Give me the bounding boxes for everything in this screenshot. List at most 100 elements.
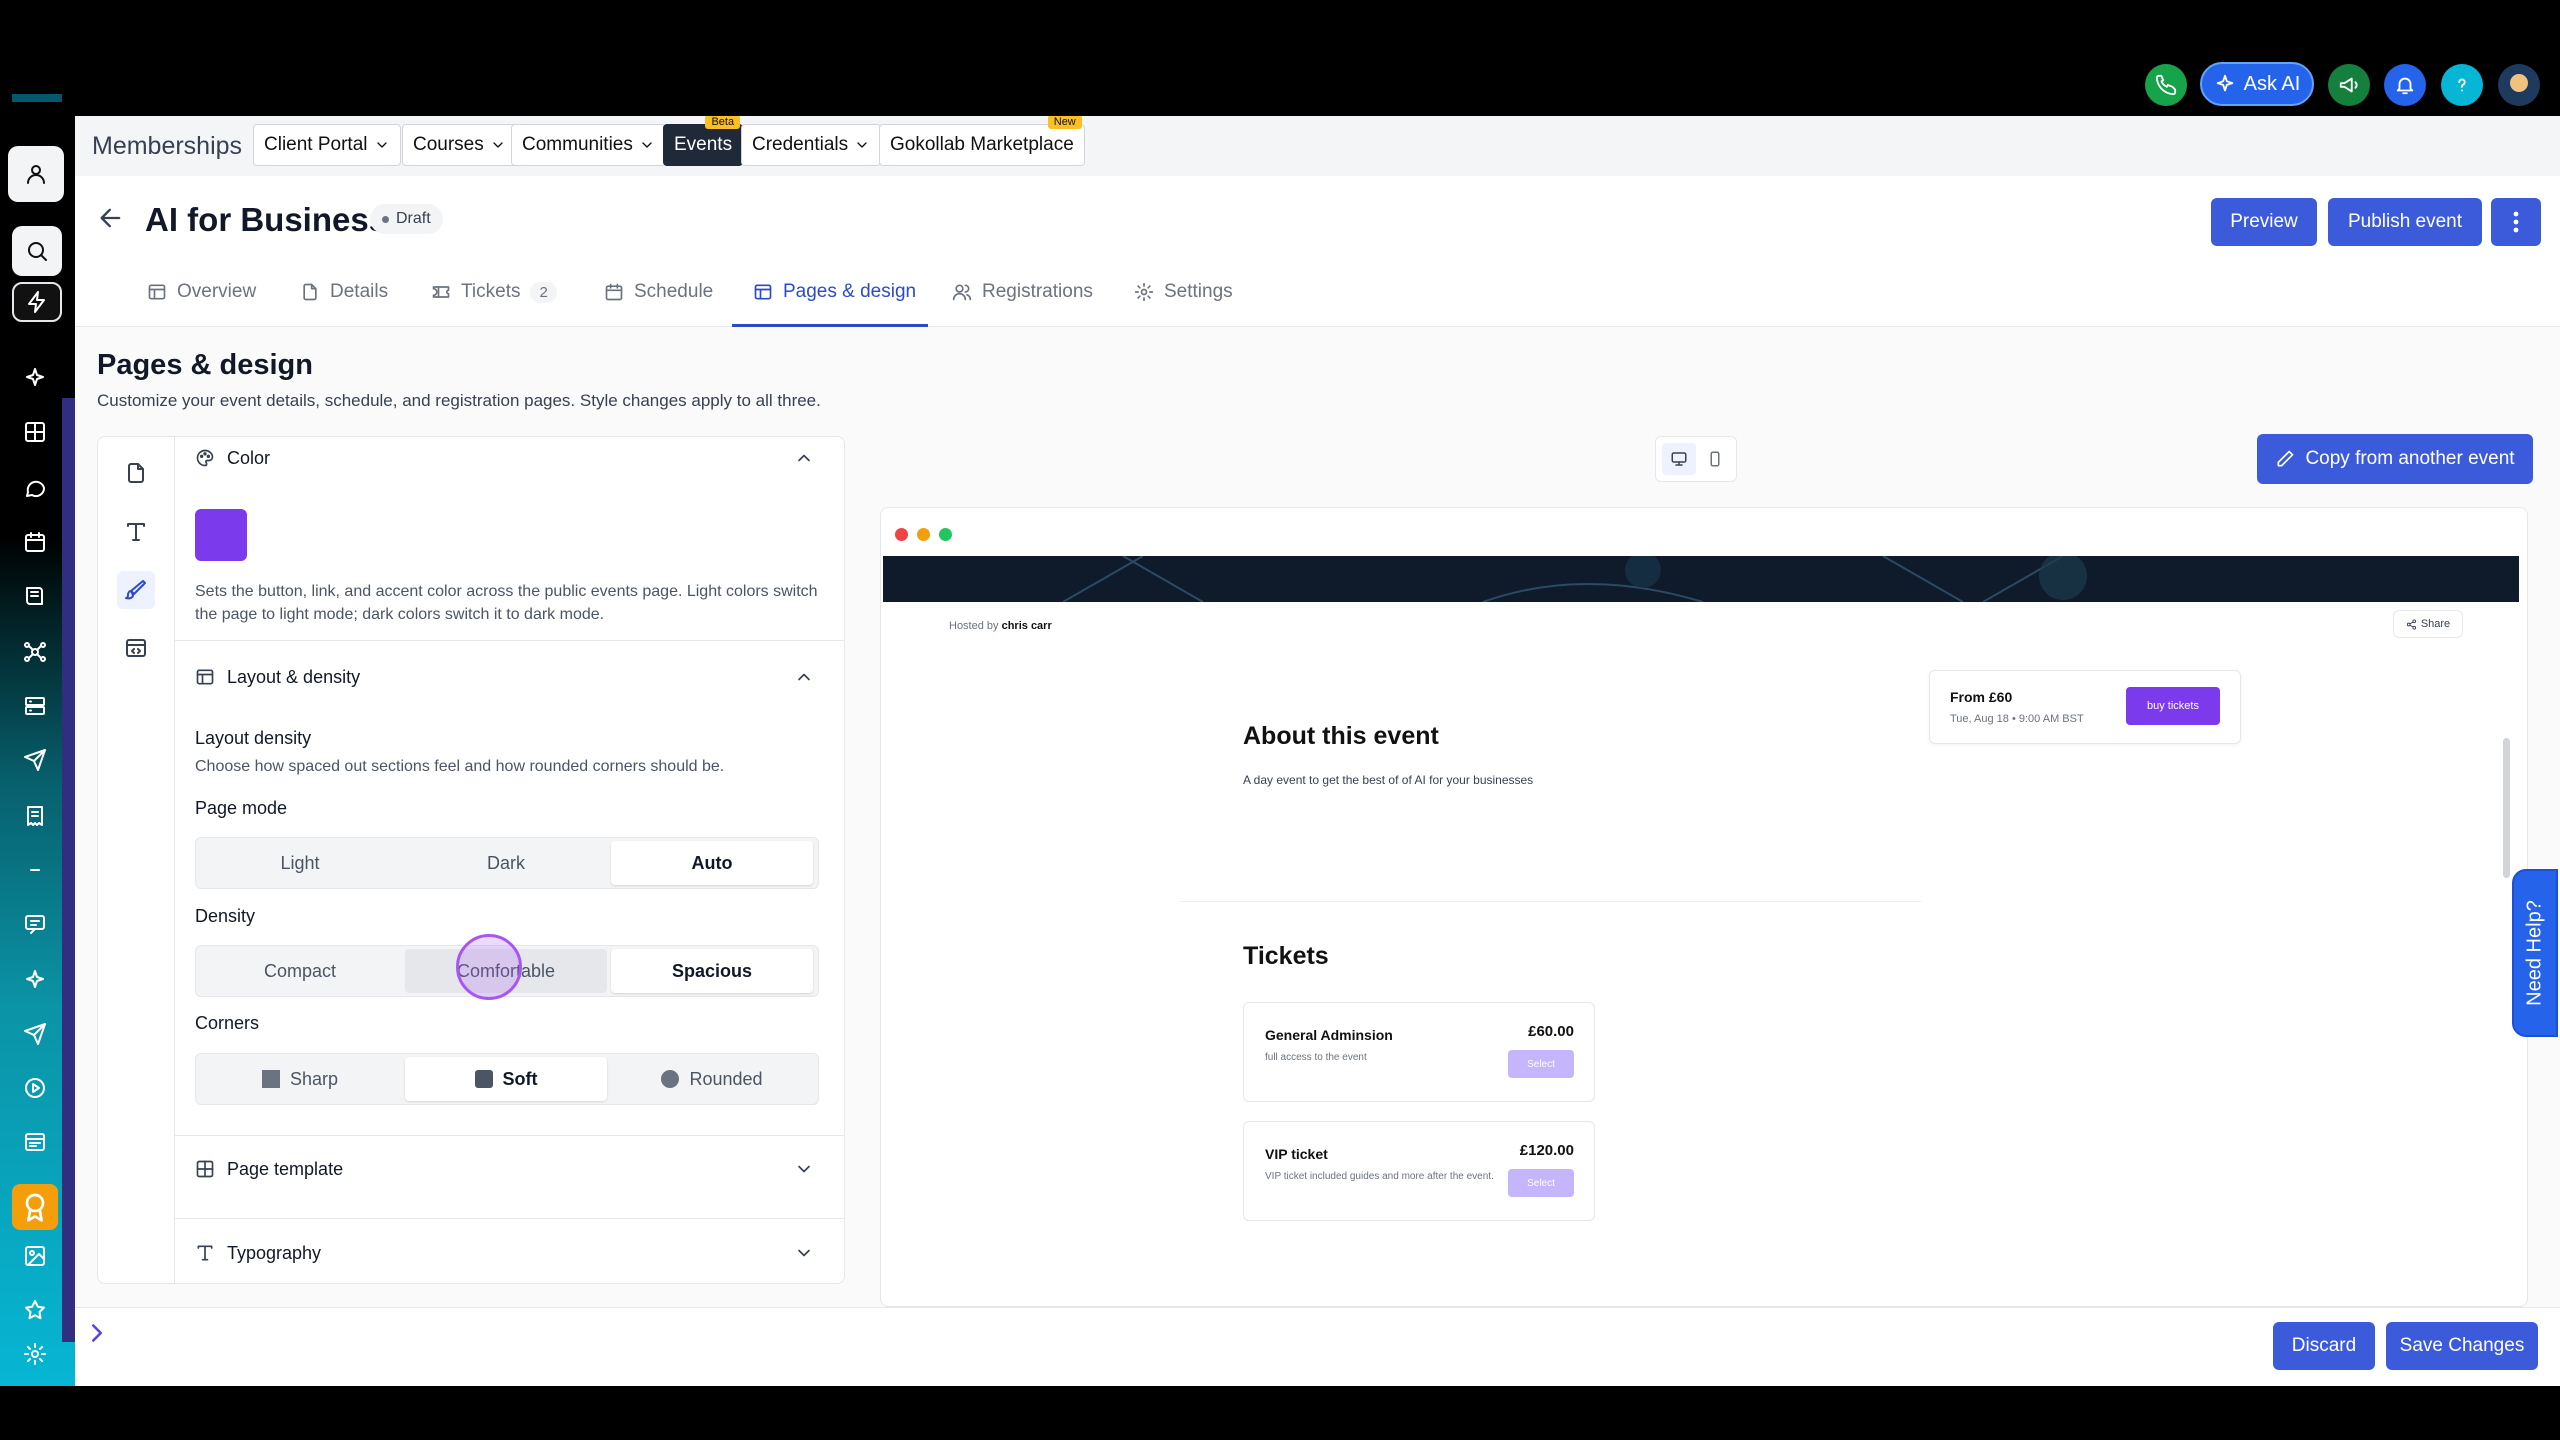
panel-rail bbox=[98, 437, 175, 1283]
divider bbox=[175, 1135, 844, 1136]
sites-icon[interactable] bbox=[19, 1126, 51, 1158]
corners-rounded[interactable]: Rounded bbox=[611, 1057, 813, 1101]
save-changes-button[interactable]: Save Changes bbox=[2386, 1322, 2538, 1370]
code-icon[interactable] bbox=[117, 629, 155, 667]
ticket-icon bbox=[431, 282, 451, 302]
publish-event-button[interactable]: Publish event bbox=[2328, 198, 2482, 246]
back-arrow-icon[interactable] bbox=[97, 204, 125, 232]
share-button[interactable]: Share bbox=[2393, 610, 2463, 638]
density-label: Density bbox=[195, 906, 256, 926]
brush-icon[interactable] bbox=[117, 571, 155, 609]
desktop-icon[interactable] bbox=[1662, 443, 1696, 475]
need-help-button[interactable]: Need Help? bbox=[2512, 869, 2558, 1037]
subnav-events[interactable]: Events Beta bbox=[663, 116, 744, 166]
avatar[interactable] bbox=[2498, 64, 2540, 106]
media-library-icon[interactable] bbox=[19, 1240, 51, 1272]
hosted-prefix: Hosted by bbox=[949, 620, 999, 632]
tab-schedule[interactable]: Schedule bbox=[604, 271, 713, 313]
calendar-icon[interactable] bbox=[19, 526, 51, 558]
copy-from-event-button[interactable]: Copy from another event bbox=[2257, 434, 2533, 484]
star-icon[interactable] bbox=[19, 1294, 51, 1326]
page-mode-light[interactable]: Light bbox=[199, 841, 401, 885]
tab-tickets[interactable]: Tickets 2 bbox=[431, 271, 557, 313]
tab-details[interactable]: Details bbox=[300, 271, 388, 313]
page-mode-auto[interactable]: Auto bbox=[611, 841, 813, 885]
subnav-courses[interactable]: Courses bbox=[402, 124, 517, 166]
pages-icon[interactable] bbox=[117, 454, 155, 492]
device-toggle bbox=[1655, 436, 1737, 482]
send-icon[interactable] bbox=[19, 744, 51, 776]
more-options-button[interactable] bbox=[2491, 198, 2541, 246]
layout-section-header[interactable]: Layout & density bbox=[195, 662, 360, 692]
server-icon[interactable] bbox=[19, 690, 51, 722]
text-icon[interactable] bbox=[117, 513, 155, 551]
mobile-icon[interactable] bbox=[1698, 443, 1732, 475]
receipt-icon[interactable] bbox=[19, 800, 51, 832]
dashboard-icon[interactable] bbox=[19, 416, 51, 448]
chevron-up-icon[interactable] bbox=[794, 667, 814, 687]
memberships-icon[interactable] bbox=[12, 1184, 58, 1230]
users-icon bbox=[952, 282, 972, 302]
share-icon bbox=[2406, 619, 2417, 630]
corners-sharp[interactable]: Sharp bbox=[199, 1057, 401, 1101]
discard-button[interactable]: Discard bbox=[2273, 1322, 2375, 1370]
layout-density-title: Layout density bbox=[195, 728, 312, 748]
preview-scrollbar[interactable] bbox=[2503, 738, 2510, 878]
automation-icon[interactable] bbox=[19, 964, 51, 996]
media-icon[interactable] bbox=[19, 1072, 51, 1104]
tab-settings[interactable]: Settings bbox=[1134, 271, 1233, 313]
page-template-section-header[interactable]: Page template bbox=[195, 1154, 343, 1184]
ask-ai-button[interactable]: Ask AI bbox=[2200, 62, 2314, 106]
conversations-icon[interactable] bbox=[19, 472, 51, 504]
tab-overview[interactable]: Overview bbox=[147, 271, 256, 313]
chevron-up-icon[interactable] bbox=[794, 448, 814, 468]
typography-section-header[interactable]: Typography bbox=[195, 1238, 321, 1268]
tab-pages-design[interactable]: Pages & design bbox=[753, 271, 916, 313]
sparkle-icon bbox=[2214, 73, 2236, 95]
network-icon[interactable] bbox=[19, 636, 51, 668]
tab-label: Details bbox=[330, 281, 389, 302]
ai-sparkle-icon[interactable] bbox=[19, 362, 51, 394]
window-maximize-dot bbox=[939, 528, 952, 541]
tab-registrations[interactable]: Registrations bbox=[952, 271, 1093, 313]
expand-sidebar-icon[interactable] bbox=[82, 1318, 112, 1348]
accent-color-swatch[interactable] bbox=[195, 509, 247, 561]
buy-tickets-button[interactable]: buy tickets bbox=[2126, 687, 2220, 725]
divider bbox=[1179, 901, 1921, 902]
sidebar bbox=[0, 116, 75, 1386]
ticket-price: £60.00 bbox=[1528, 1023, 1574, 1040]
page-mode-dark[interactable]: Dark bbox=[405, 841, 607, 885]
marketing-icon[interactable] bbox=[19, 1018, 51, 1050]
user-icon bbox=[24, 162, 48, 186]
reputation-icon[interactable] bbox=[19, 908, 51, 940]
contacts-icon[interactable] bbox=[19, 580, 51, 612]
mouse-cursor-indicator bbox=[456, 934, 522, 1000]
help-icon[interactable] bbox=[2441, 64, 2483, 106]
chevron-down-icon[interactable] bbox=[794, 1159, 814, 1179]
density-spacious[interactable]: Spacious bbox=[611, 949, 813, 993]
bell-icon[interactable] bbox=[2384, 64, 2426, 106]
select-ticket-button[interactable]: Select bbox=[1508, 1050, 1574, 1078]
corners-soft[interactable]: Soft bbox=[405, 1057, 607, 1101]
chevron-down-icon[interactable] bbox=[794, 1243, 814, 1263]
search-button[interactable] bbox=[12, 226, 62, 276]
top-bar: Ask AI bbox=[0, 0, 2560, 116]
account-switcher[interactable] bbox=[8, 146, 64, 202]
settings-icon[interactable] bbox=[19, 1338, 51, 1370]
subnav-credentials[interactable]: Credentials bbox=[741, 124, 882, 166]
subnav-client-portal[interactable]: Client Portal bbox=[253, 124, 401, 166]
preview-button[interactable]: Preview bbox=[2211, 198, 2317, 246]
select-ticket-button[interactable]: Select bbox=[1508, 1169, 1574, 1197]
subnav-communities[interactable]: Communities bbox=[511, 124, 666, 166]
divider bbox=[175, 640, 844, 641]
ticket-card: General Adminsion full access to the eve… bbox=[1243, 1002, 1595, 1102]
phone-icon[interactable] bbox=[2145, 64, 2187, 106]
logo bbox=[12, 94, 62, 102]
density-compact[interactable]: Compact bbox=[199, 949, 401, 993]
color-section-header[interactable]: Color bbox=[195, 443, 270, 473]
quick-actions-button[interactable] bbox=[12, 282, 62, 322]
calendar-icon bbox=[604, 282, 624, 302]
subnav-marketplace[interactable]: Gokollab Marketplace New bbox=[879, 116, 1085, 166]
megaphone-icon[interactable] bbox=[2328, 64, 2370, 106]
from-price: From £60 bbox=[1950, 689, 2013, 705]
